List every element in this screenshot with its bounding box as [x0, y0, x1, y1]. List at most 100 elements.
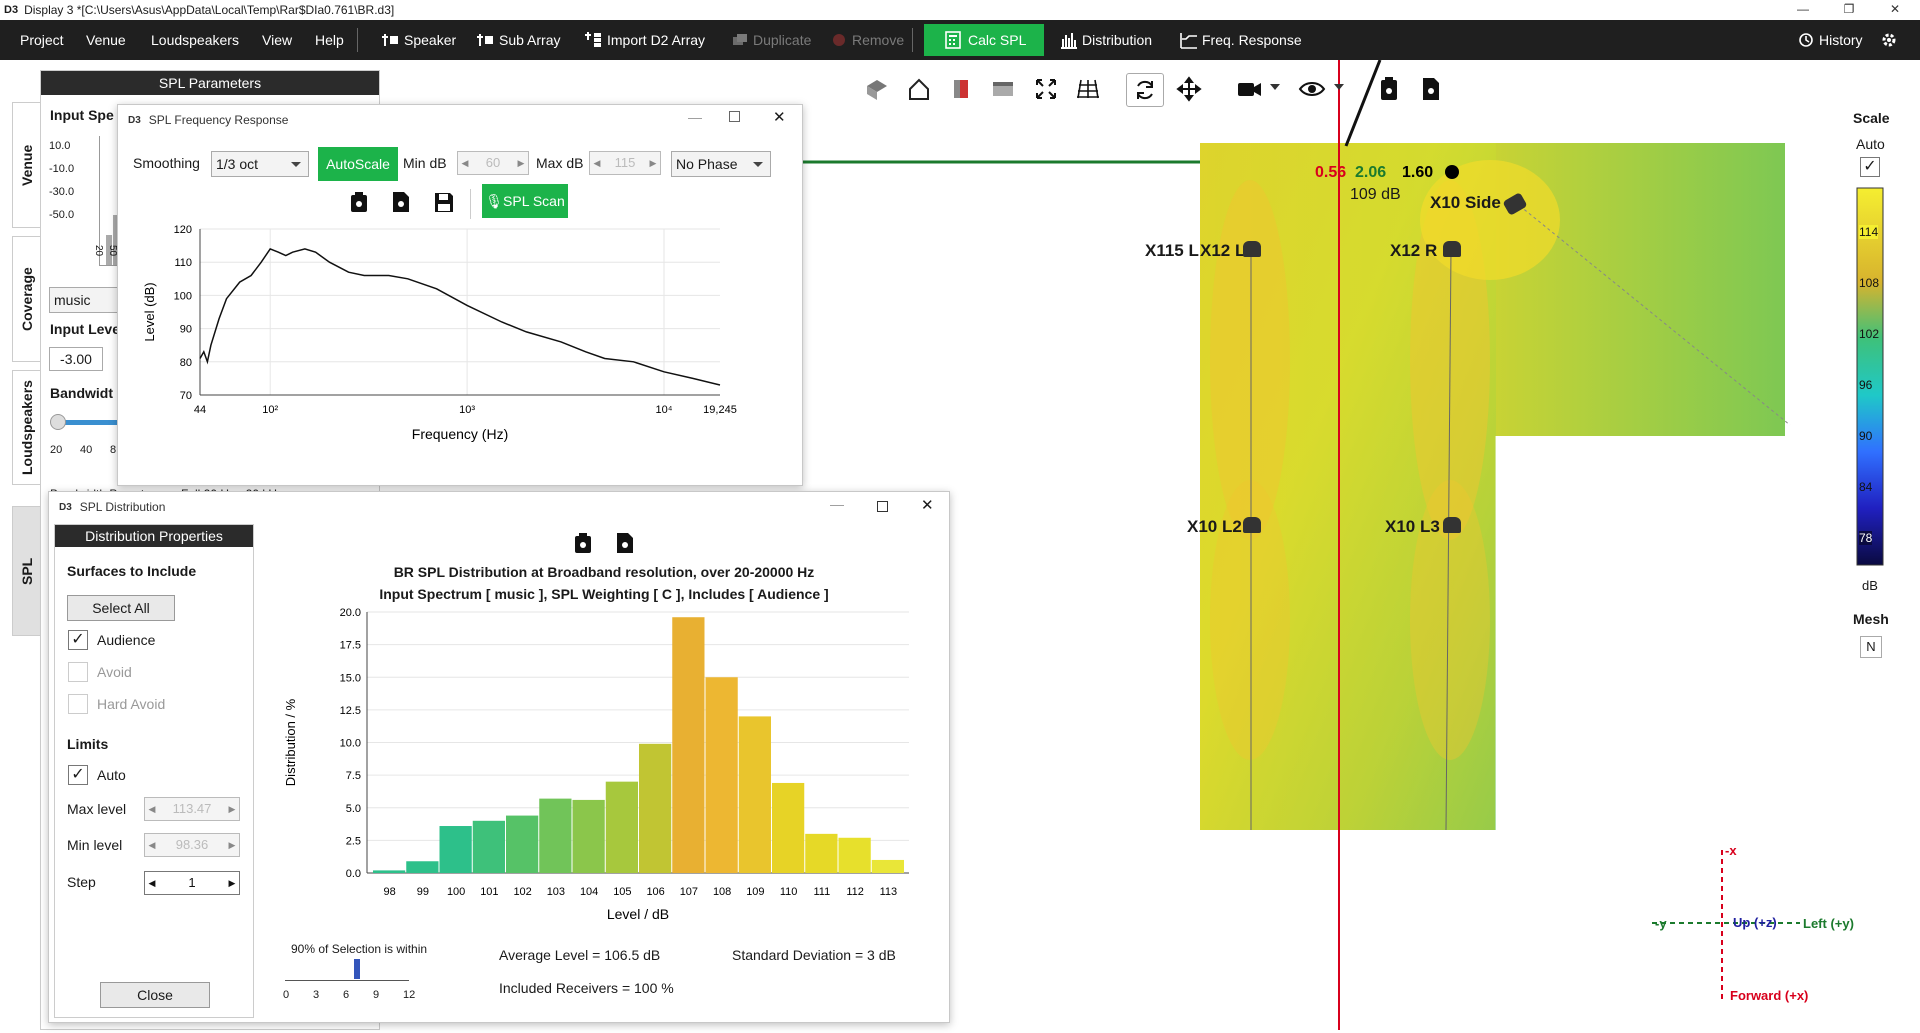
freq-response-button[interactable]: Freq. Response: [1180, 20, 1302, 60]
menu-view[interactable]: View: [262, 20, 292, 60]
autoscale-button[interactable]: AutoScale: [318, 147, 398, 181]
perspective-view-icon[interactable]: [864, 76, 890, 102]
screenshot-icon[interactable]: [1378, 76, 1400, 102]
max-db-spinner[interactable]: ◀ 115 ▶: [589, 151, 661, 175]
close-button[interactable]: ✕: [773, 108, 786, 126]
remove-button[interactable]: Remove: [830, 20, 904, 60]
selection-tick: 3: [313, 989, 320, 1001]
microphone-icon: 🎙: [485, 193, 504, 209]
bar-98: [373, 870, 406, 873]
y-tick-label: 0.0: [346, 868, 361, 880]
add-sub-array-button[interactable]: Sub Array: [477, 20, 560, 60]
import-d2-array-button[interactable]: Import D2 Array: [585, 20, 705, 60]
smoothing-select[interactable]: 1/3 oct: [211, 151, 309, 177]
rotate-mode-button[interactable]: [1126, 73, 1164, 107]
x-tick-label: 44: [194, 404, 206, 416]
speaker-icon[interactable]: [1443, 241, 1461, 257]
side-view-icon[interactable]: [948, 76, 974, 102]
audience-label: Audience: [97, 632, 156, 648]
screenshot-icon[interactable]: [574, 532, 592, 554]
maximize-button[interactable]: [729, 111, 740, 122]
surfaces-label: Surfaces to Include: [67, 563, 197, 579]
maximize-button[interactable]: [877, 501, 888, 512]
receiver-marker[interactable]: [1445, 165, 1459, 179]
menu-loudspeakers[interactable]: Loudspeakers: [151, 20, 239, 60]
select-all-button[interactable]: Select All: [67, 595, 175, 621]
minimize-button[interactable]: —: [688, 109, 702, 125]
history-button[interactable]: History: [1797, 20, 1863, 60]
pan-icon[interactable]: [1176, 76, 1202, 102]
bar-113: [871, 859, 904, 873]
x-tick-label: 98: [384, 886, 396, 898]
x-tick-label: 101: [480, 886, 498, 898]
x-tick-label: 100: [447, 886, 465, 898]
export-icon[interactable]: [616, 532, 634, 554]
menu-help[interactable]: Help: [315, 20, 344, 60]
min-level-spinner[interactable]: ◀ 98.36 ▶: [144, 833, 240, 857]
duplicate-icon: [733, 34, 747, 45]
scale-auto-checkbox[interactable]: ✓: [1860, 157, 1880, 177]
bar-106: [639, 743, 672, 873]
home-view-icon[interactable]: [906, 76, 932, 102]
speaker-label-x12r: X12 R: [1390, 241, 1438, 260]
minimize-button[interactable]: —: [1786, 0, 1820, 20]
hard-avoid-checkbox[interactable]: [68, 694, 88, 714]
tab-spl[interactable]: SPL: [12, 506, 42, 636]
speaker-icon[interactable]: [1243, 241, 1261, 257]
bar-100: [439, 826, 472, 873]
step-spinner[interactable]: ◀ 1 ▶: [144, 871, 240, 895]
avoid-label: Avoid: [97, 664, 132, 680]
eye-icon[interactable]: [1298, 76, 1326, 102]
chevron-down-icon[interactable]: [1270, 84, 1280, 92]
minimize-button[interactable]: —: [830, 496, 844, 512]
export-icon[interactable]: [1420, 76, 1442, 102]
calc-spl-button[interactable]: Calc SPL: [924, 24, 1044, 56]
x-axis-label: Level / dB: [607, 906, 669, 922]
limits-auto-checkbox[interactable]: ✓: [68, 765, 88, 785]
tab-loudspeakers[interactable]: Loudspeakers: [12, 370, 42, 485]
duplicate-button[interactable]: Duplicate: [731, 20, 811, 60]
tab-venue[interactable]: Venue: [12, 102, 42, 228]
speaker-label-x12l: X12 L: [1200, 241, 1246, 260]
scale-auto-label: Auto: [1856, 136, 1885, 152]
close-button[interactable]: ✕: [921, 496, 934, 514]
max-level-spinner[interactable]: ◀ 113.47 ▶: [144, 797, 240, 821]
y-tick-label: 20.0: [340, 607, 361, 619]
input-level-field[interactable]: -3.00: [49, 347, 103, 371]
add-speaker-button[interactable]: Speaker: [382, 20, 456, 60]
dist-window-title: SPL Distribution: [79, 500, 166, 514]
audience-checkbox[interactable]: ✓: [68, 630, 88, 650]
spectrum-y-tick: -10.0: [49, 163, 75, 175]
avoid-checkbox[interactable]: [68, 662, 88, 682]
speaker-icon[interactable]: [1443, 517, 1461, 533]
menu-project[interactable]: Project: [20, 20, 64, 60]
export-icon[interactable]: [392, 191, 410, 213]
close-window-button[interactable]: ✕: [1878, 0, 1912, 20]
distribution-button[interactable]: Distribution: [1060, 20, 1152, 60]
camera-icon[interactable]: [1236, 76, 1264, 102]
maximize-button[interactable]: ❐: [1832, 0, 1866, 20]
screenshot-icon[interactable]: [350, 191, 368, 213]
history-icon: [1799, 33, 1813, 47]
mesh-toggle[interactable]: N: [1860, 636, 1882, 658]
tab-coverage[interactable]: Coverage: [12, 236, 42, 362]
selection-indicator[interactable]: [354, 959, 360, 979]
bandwidth-slider-handle[interactable]: [50, 414, 66, 430]
fit-view-icon[interactable]: [1033, 76, 1059, 102]
min-db-spinner[interactable]: ◀ 60 ▶: [457, 151, 529, 175]
gear-icon[interactable]: [1880, 31, 1898, 49]
menu-venue[interactable]: Venue: [86, 20, 126, 60]
close-distribution-button[interactable]: Close: [100, 982, 210, 1008]
chevron-down-icon[interactable]: [1334, 84, 1344, 92]
top-view-icon[interactable]: [990, 76, 1016, 102]
remove-icon: [833, 34, 845, 46]
smoothing-value: 1/3 oct: [216, 156, 259, 172]
spl-scan-button[interactable]: 🎙SPL Scan: [482, 184, 568, 218]
y-tick-label: 90: [180, 324, 192, 336]
y-tick-label: 15.0: [340, 672, 361, 684]
x-tick-label: 19,245: [703, 404, 737, 416]
grid-view-icon[interactable]: [1075, 76, 1101, 102]
phase-select[interactable]: No Phase: [671, 151, 771, 177]
save-icon[interactable]: [434, 191, 454, 213]
speaker-icon[interactable]: [1243, 517, 1261, 533]
